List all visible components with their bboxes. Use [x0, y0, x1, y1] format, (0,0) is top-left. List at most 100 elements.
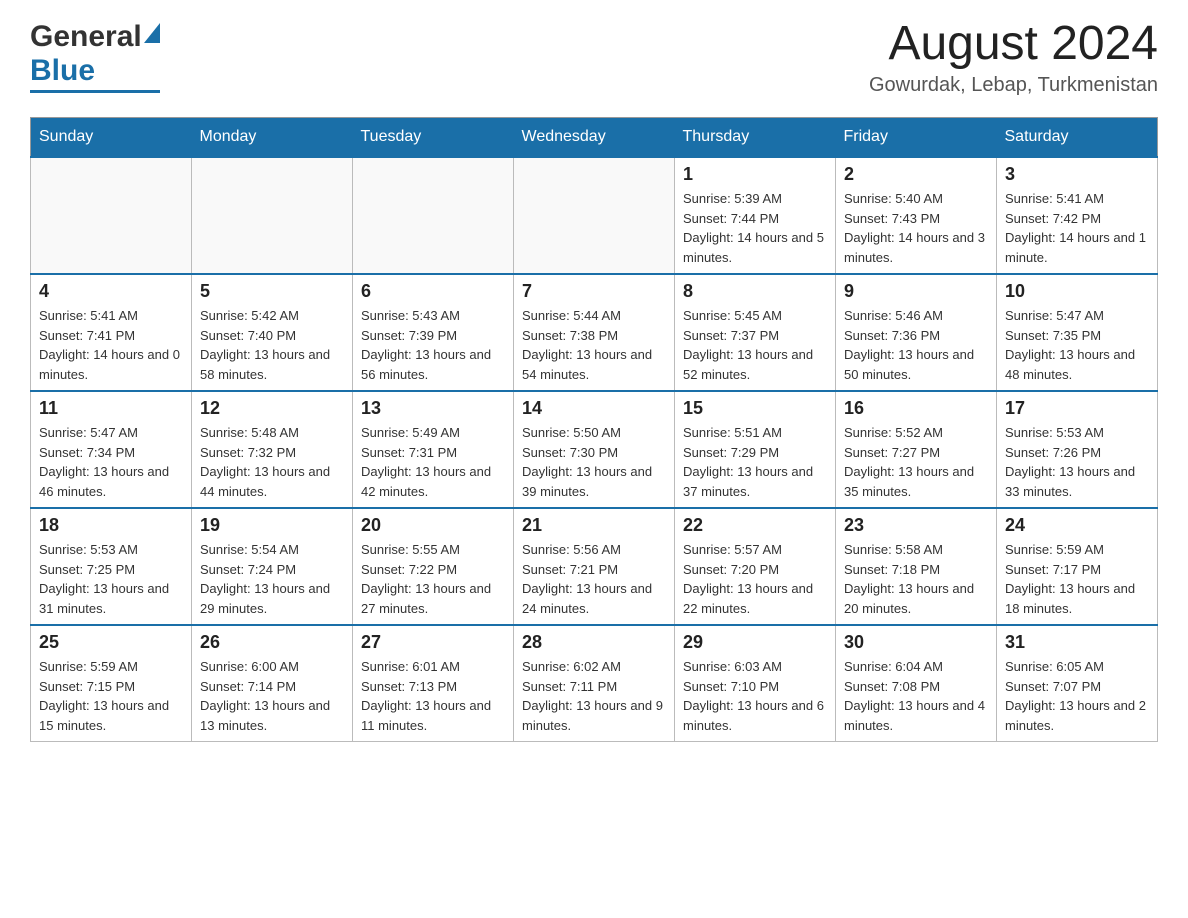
logo-triangle-icon	[144, 23, 160, 43]
day-info: Sunrise: 5:39 AM Sunset: 7:44 PM Dayligh…	[683, 189, 827, 267]
calendar-week-2: 4 Sunrise: 5:41 AM Sunset: 7:41 PM Daylig…	[31, 274, 1158, 391]
day-number: 12	[200, 398, 344, 419]
day-number: 26	[200, 632, 344, 653]
day-info: Sunrise: 5:57 AM Sunset: 7:20 PM Dayligh…	[683, 540, 827, 618]
month-year-title: August 2024	[869, 20, 1158, 68]
day-number: 8	[683, 281, 827, 302]
logo-underline	[30, 90, 160, 93]
day-number: 20	[361, 515, 505, 536]
calendar-cell: 15Sunrise: 5:51 AM Sunset: 7:29 PM Dayli…	[675, 391, 836, 508]
calendar-header: SundayMondayTuesdayWednesdayThursdayFrid…	[31, 118, 1158, 158]
calendar-cell: 1Sunrise: 5:39 AM Sunset: 7:44 PM Daylig…	[675, 157, 836, 274]
calendar-cell: 9Sunrise: 5:46 AM Sunset: 7:36 PM Daylig…	[836, 274, 997, 391]
day-info: Sunrise: 5:41 AM Sunset: 7:42 PM Dayligh…	[1005, 189, 1149, 267]
logo-general-text: General	[30, 20, 142, 54]
weekday-header-friday: Friday	[836, 118, 997, 158]
day-info: Sunrise: 6:02 AM Sunset: 7:11 PM Dayligh…	[522, 657, 666, 735]
calendar-week-1: 1Sunrise: 5:39 AM Sunset: 7:44 PM Daylig…	[31, 157, 1158, 274]
day-number: 18	[39, 515, 183, 536]
calendar-cell: 7 Sunrise: 5:44 AM Sunset: 7:38 PM Daylig…	[514, 274, 675, 391]
weekday-row: SundayMondayTuesdayWednesdayThursdayFrid…	[31, 118, 1158, 158]
day-number: 25	[39, 632, 183, 653]
calendar-cell: 10 Sunrise: 5:47 AM Sunset: 7:35 PM Dayli…	[997, 274, 1158, 391]
weekday-header-tuesday: Tuesday	[353, 118, 514, 158]
day-info: Sunrise: 5:44 AM Sunset: 7:38 PM Dayligh…	[522, 306, 666, 384]
day-info: Sunrise: 6:05 AM Sunset: 7:07 PM Dayligh…	[1005, 657, 1149, 735]
day-info: Sunrise: 5:47 AM Sunset: 7:35 PM Dayligh…	[1005, 306, 1149, 384]
day-info: Sunrise: 5:48 AM Sunset: 7:32 PM Dayligh…	[200, 423, 344, 501]
day-number: 14	[522, 398, 666, 419]
day-info: Sunrise: 5:45 AM Sunset: 7:37 PM Dayligh…	[683, 306, 827, 384]
day-info: Sunrise: 6:04 AM Sunset: 7:08 PM Dayligh…	[844, 657, 988, 735]
calendar-cell: 26 Sunrise: 6:00 AM Sunset: 7:14 PM Dayli…	[192, 625, 353, 742]
day-info: Sunrise: 5:47 AM Sunset: 7:34 PM Dayligh…	[39, 423, 183, 501]
day-number: 27	[361, 632, 505, 653]
calendar-cell: 25 Sunrise: 5:59 AM Sunset: 7:15 PM Dayli…	[31, 625, 192, 742]
day-number: 6	[361, 281, 505, 302]
calendar-cell: 23Sunrise: 5:58 AM Sunset: 7:18 PM Dayli…	[836, 508, 997, 625]
day-number: 29	[683, 632, 827, 653]
calendar-cell: 14 Sunrise: 5:50 AM Sunset: 7:30 PM Dayli…	[514, 391, 675, 508]
day-number: 3	[1005, 164, 1149, 185]
calendar-cell: 6 Sunrise: 5:43 AM Sunset: 7:39 PM Daylig…	[353, 274, 514, 391]
weekday-header-sunday: Sunday	[31, 118, 192, 158]
calendar-body: 1Sunrise: 5:39 AM Sunset: 7:44 PM Daylig…	[31, 157, 1158, 742]
day-info: Sunrise: 6:03 AM Sunset: 7:10 PM Dayligh…	[683, 657, 827, 735]
day-info: Sunrise: 5:53 AM Sunset: 7:26 PM Dayligh…	[1005, 423, 1149, 501]
calendar-cell: 4 Sunrise: 5:41 AM Sunset: 7:41 PM Daylig…	[31, 274, 192, 391]
day-info: Sunrise: 5:49 AM Sunset: 7:31 PM Dayligh…	[361, 423, 505, 501]
calendar-cell: 13Sunrise: 5:49 AM Sunset: 7:31 PM Dayli…	[353, 391, 514, 508]
calendar-cell: 21Sunrise: 5:56 AM Sunset: 7:21 PM Dayli…	[514, 508, 675, 625]
calendar-week-3: 11 Sunrise: 5:47 AM Sunset: 7:34 PM Dayli…	[31, 391, 1158, 508]
calendar-week-5: 25 Sunrise: 5:59 AM Sunset: 7:15 PM Dayli…	[31, 625, 1158, 742]
calendar-week-4: 18 Sunrise: 5:53 AM Sunset: 7:25 PM Dayli…	[31, 508, 1158, 625]
calendar-cell: 31 Sunrise: 6:05 AM Sunset: 7:07 PM Dayli…	[997, 625, 1158, 742]
weekday-header-thursday: Thursday	[675, 118, 836, 158]
calendar-cell: 17 Sunrise: 5:53 AM Sunset: 7:26 PM Dayli…	[997, 391, 1158, 508]
calendar-cell	[353, 157, 514, 274]
calendar-cell: 20 Sunrise: 5:55 AM Sunset: 7:22 PM Dayli…	[353, 508, 514, 625]
day-number: 11	[39, 398, 183, 419]
day-info: Sunrise: 5:59 AM Sunset: 7:17 PM Dayligh…	[1005, 540, 1149, 618]
calendar-cell: 18 Sunrise: 5:53 AM Sunset: 7:25 PM Dayli…	[31, 508, 192, 625]
calendar-cell	[514, 157, 675, 274]
calendar-cell: 30 Sunrise: 6:04 AM Sunset: 7:08 PM Dayli…	[836, 625, 997, 742]
calendar-cell: 22Sunrise: 5:57 AM Sunset: 7:20 PM Dayli…	[675, 508, 836, 625]
weekday-header-wednesday: Wednesday	[514, 118, 675, 158]
day-number: 19	[200, 515, 344, 536]
day-info: Sunrise: 5:56 AM Sunset: 7:21 PM Dayligh…	[522, 540, 666, 618]
calendar-cell: 2Sunrise: 5:40 AM Sunset: 7:43 PM Daylig…	[836, 157, 997, 274]
page-header: General Blue August 2024 Gowurdak, Lebap…	[30, 20, 1158, 97]
day-info: Sunrise: 5:41 AM Sunset: 7:41 PM Dayligh…	[39, 306, 183, 384]
location-label: Gowurdak, Lebap, Turkmenistan	[869, 74, 1158, 97]
day-info: Sunrise: 5:52 AM Sunset: 7:27 PM Dayligh…	[844, 423, 988, 501]
day-info: Sunrise: 5:55 AM Sunset: 7:22 PM Dayligh…	[361, 540, 505, 618]
title-section: August 2024 Gowurdak, Lebap, Turkmenista…	[869, 20, 1158, 97]
calendar-cell: 28Sunrise: 6:02 AM Sunset: 7:11 PM Dayli…	[514, 625, 675, 742]
day-info: Sunrise: 5:42 AM Sunset: 7:40 PM Dayligh…	[200, 306, 344, 384]
weekday-header-monday: Monday	[192, 118, 353, 158]
day-info: Sunrise: 5:51 AM Sunset: 7:29 PM Dayligh…	[683, 423, 827, 501]
day-info: Sunrise: 5:50 AM Sunset: 7:30 PM Dayligh…	[522, 423, 666, 501]
calendar-cell	[31, 157, 192, 274]
day-number: 17	[1005, 398, 1149, 419]
calendar-cell: 19 Sunrise: 5:54 AM Sunset: 7:24 PM Dayli…	[192, 508, 353, 625]
day-number: 4	[39, 281, 183, 302]
day-number: 9	[844, 281, 988, 302]
day-number: 10	[1005, 281, 1149, 302]
day-number: 31	[1005, 632, 1149, 653]
day-number: 30	[844, 632, 988, 653]
day-number: 7	[522, 281, 666, 302]
calendar-cell	[192, 157, 353, 274]
day-info: Sunrise: 5:54 AM Sunset: 7:24 PM Dayligh…	[200, 540, 344, 618]
day-info: Sunrise: 5:43 AM Sunset: 7:39 PM Dayligh…	[361, 306, 505, 384]
day-number: 24	[1005, 515, 1149, 536]
calendar-cell: 5Sunrise: 5:42 AM Sunset: 7:40 PM Daylig…	[192, 274, 353, 391]
calendar-table: SundayMondayTuesdayWednesdayThursdayFrid…	[30, 117, 1158, 742]
day-info: Sunrise: 5:53 AM Sunset: 7:25 PM Dayligh…	[39, 540, 183, 618]
calendar-cell: 29 Sunrise: 6:03 AM Sunset: 7:10 PM Dayli…	[675, 625, 836, 742]
day-info: Sunrise: 5:58 AM Sunset: 7:18 PM Dayligh…	[844, 540, 988, 618]
day-info: Sunrise: 5:59 AM Sunset: 7:15 PM Dayligh…	[39, 657, 183, 735]
day-info: Sunrise: 6:00 AM Sunset: 7:14 PM Dayligh…	[200, 657, 344, 735]
calendar-cell: 24 Sunrise: 5:59 AM Sunset: 7:17 PM Dayli…	[997, 508, 1158, 625]
